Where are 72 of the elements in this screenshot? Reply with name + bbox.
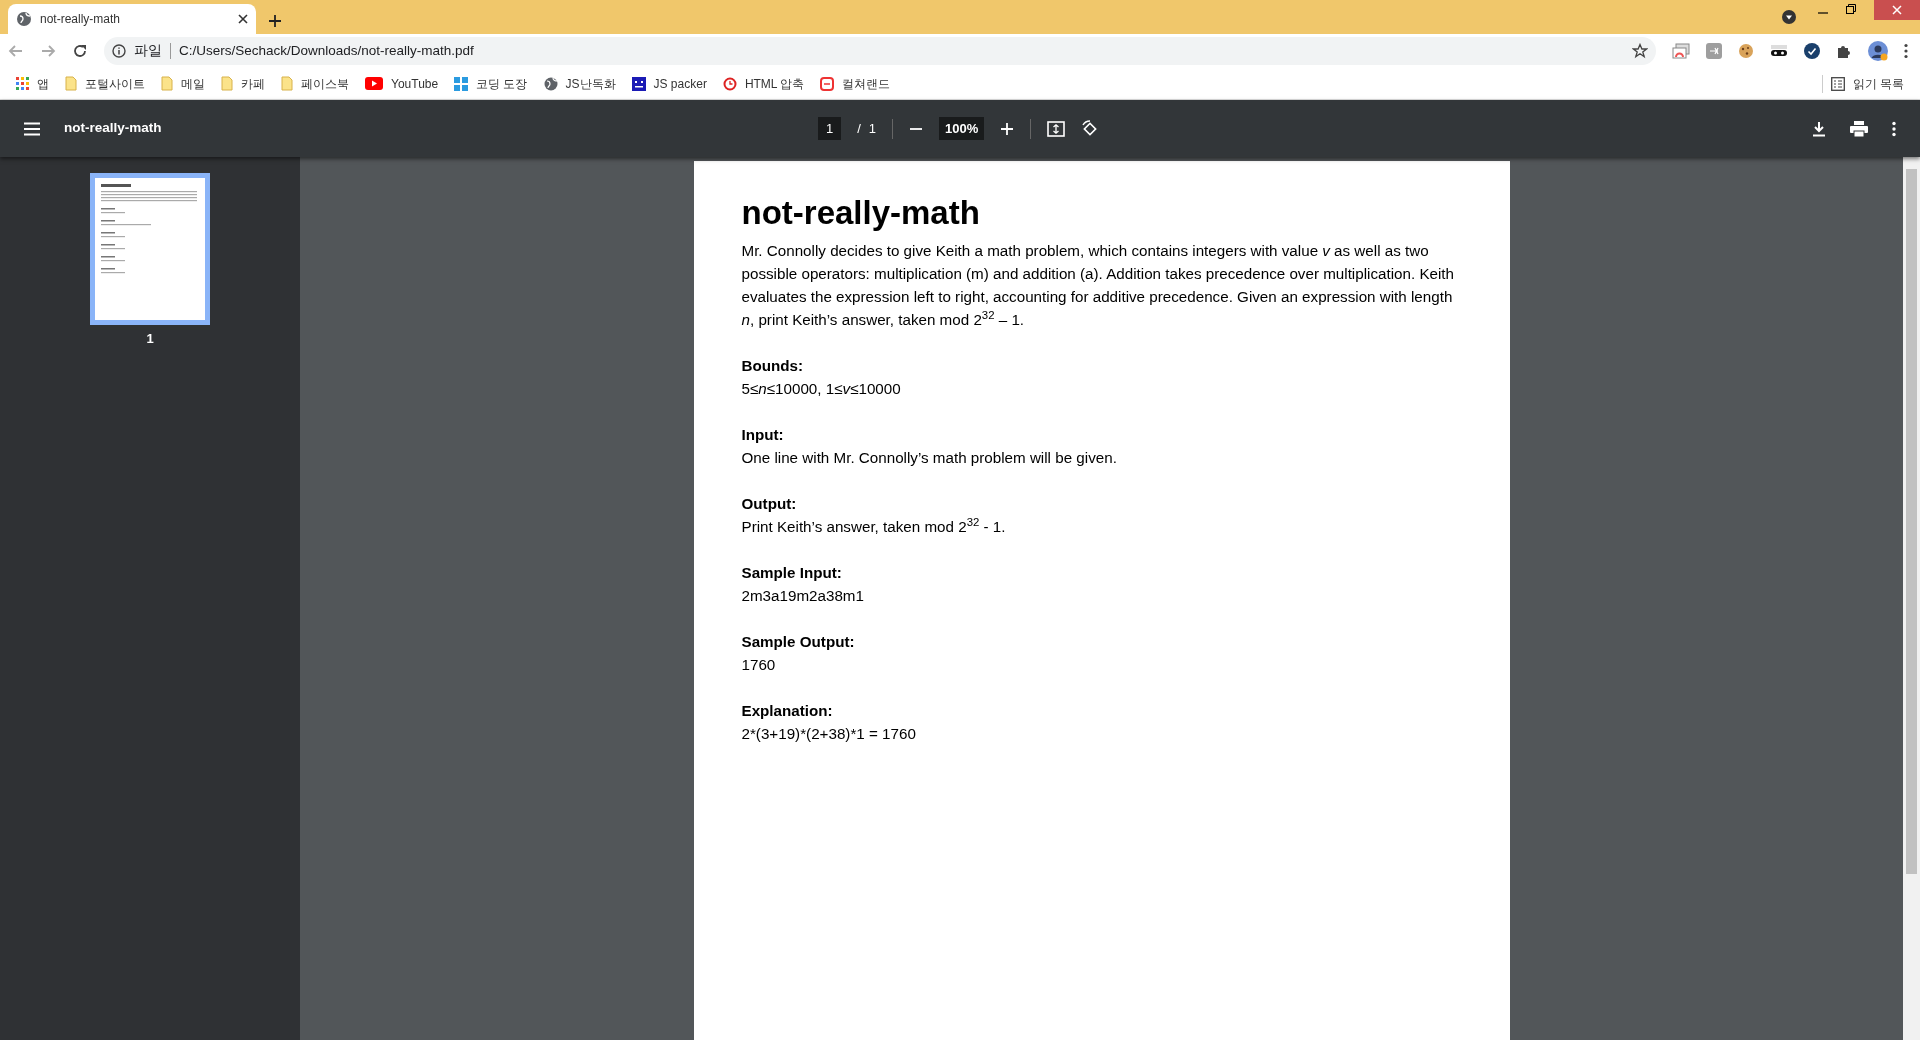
- avatar-icon[interactable]: [1868, 41, 1888, 61]
- check-icon[interactable]: [1804, 43, 1820, 59]
- cards-icon[interactable]: [1672, 43, 1690, 59]
- globe-icon: [543, 76, 558, 91]
- download-icon[interactable]: [1812, 120, 1826, 137]
- bookmark-link[interactable]: 메일: [161, 74, 205, 93]
- info-icon[interactable]: [112, 44, 126, 58]
- dropdown-icon[interactable]: [1782, 10, 1796, 24]
- section-text: One line with Mr. Connolly’s math problem will be given.: [741, 447, 1118, 468]
- folder-icon: [65, 76, 77, 91]
- bookmark-link[interactable]: JS packer: [631, 74, 707, 93]
- section-text: 5≤n≤10000, 1≤v≤10000: [741, 378, 902, 399]
- scheme-label: 파일: [134, 41, 162, 60]
- url-text[interactable]: C:/Users/Sechack/Downloads/not-really-math.pdf: [179, 40, 1624, 62]
- play-icon: [365, 77, 383, 90]
- bookmark-link[interactable]: 앱: [16, 74, 49, 93]
- restore-icon[interactable]: [1846, 4, 1856, 14]
- thumbnail-label: 1: [146, 330, 154, 348]
- section-heading: Output:: [741, 493, 798, 514]
- cookie-icon[interactable]: [1738, 43, 1754, 59]
- page-number-field[interactable]: 1: [818, 116, 842, 141]
- pixel-icon: [631, 76, 646, 91]
- section-text: Print Keith’s answer, taken mod 2$^{32}$ - 1.: [741, 514, 1007, 537]
- puzzle-icon[interactable]: [1836, 43, 1852, 59]
- bookmark-link[interactable]: 코딩 도장: [454, 74, 528, 93]
- bookmark-link[interactable]: 카페: [221, 74, 265, 93]
- grid-icon: [454, 76, 469, 91]
- section-heading: Sample Output:: [741, 631, 856, 652]
- bookmark-link[interactable]: 포털사이트: [65, 74, 145, 93]
- section-text: 2*(3+19)*(2+38)*1 = 1760: [741, 723, 917, 744]
- list-icon: [1830, 76, 1845, 91]
- page-total: 1: [868, 119, 877, 138]
- folder-icon: [281, 76, 293, 91]
- page-thumbnail[interactable]: [90, 173, 210, 325]
- new-tab-icon[interactable]: [268, 14, 282, 28]
- card-icon: [820, 76, 835, 91]
- section-heading: Input:: [741, 424, 785, 445]
- star-icon[interactable]: [1632, 43, 1648, 59]
- browser-tab[interactable]: not-really-math: [8, 4, 256, 34]
- more-icon[interactable]: [1892, 120, 1896, 137]
- print-icon[interactable]: [1850, 120, 1868, 137]
- bookmark-link[interactable]: HTML 압축: [722, 74, 805, 93]
- bookmark-link[interactable]: 컬쳐랜드: [820, 74, 891, 93]
- folder-icon: [221, 76, 233, 91]
- menu-icon[interactable]: [24, 121, 40, 136]
- section-heading: Explanation:: [741, 700, 834, 721]
- bookmark-link[interactable]: JS난독화: [543, 74, 616, 93]
- bookmark-link[interactable]: 페이스북: [281, 74, 349, 93]
- close-icon[interactable]: [238, 14, 248, 24]
- problem-title: not-really-math: [741, 193, 981, 233]
- bookmark-link[interactable]: YouTube: [365, 74, 439, 93]
- fit-page-icon[interactable]: [1047, 120, 1066, 137]
- document-title: not-really-math: [64, 119, 162, 138]
- page-separator: /: [857, 119, 861, 138]
- section-heading: Bounds:: [741, 355, 805, 376]
- tab-title: not-really-math: [40, 11, 122, 28]
- reload-icon[interactable]: [72, 43, 88, 59]
- close-icon: [1892, 5, 1902, 15]
- mask-icon[interactable]: [1770, 44, 1788, 58]
- problem-statement: Mr. Connolly decides to give Keith a math problem, which contains integers with value v as well as two possible operators: multiplication (m) and addition (a). Addition takes precedence over multiplication. Keith evaluates the expression left to right, accounting for additive precedence. Given an expression with length n, print Keith’s answer, taken mod 2$^{32}$ – 1.: [741, 240, 1455, 330]
- zoom-in-icon[interactable]: [1000, 121, 1015, 136]
- section-heading: Sample Input:: [741, 562, 843, 583]
- scrollbar[interactable]: [1903, 157, 1920, 1040]
- section-text: 2m3a19m2a38m1: [741, 585, 865, 606]
- section-text: 1760: [741, 654, 777, 675]
- clock-icon: [722, 76, 737, 91]
- more-icon[interactable]: [1904, 43, 1908, 59]
- folder-icon: [161, 76, 173, 91]
- reading-list-link[interactable]: 읽기 목록: [1821, 74, 1904, 93]
- apps-icon: [16, 77, 29, 90]
- zoom-field[interactable]: 100%: [939, 116, 985, 141]
- globe-icon: [16, 11, 32, 27]
